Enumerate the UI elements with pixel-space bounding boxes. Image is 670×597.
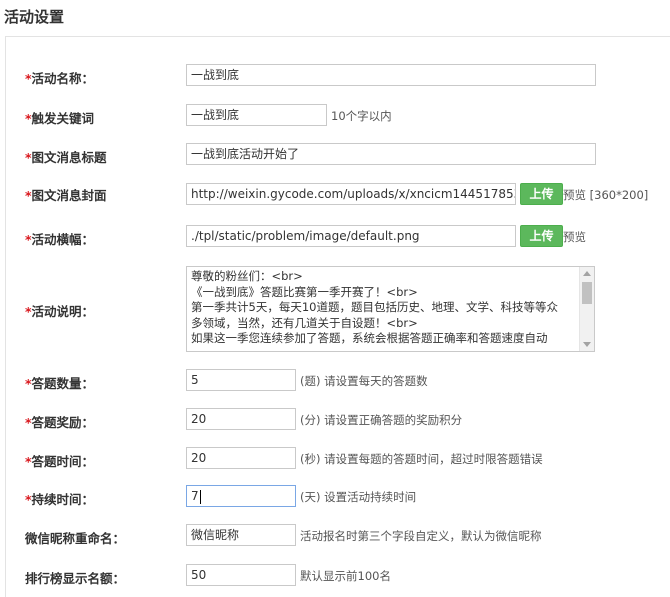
trigger-keyword-label: *触发关键词 xyxy=(25,111,95,126)
news-title-input[interactable]: 一战到底活动开始了 xyxy=(186,143,596,165)
description-line: 多领域，当然，还有几道关于自设题！<br> xyxy=(191,315,418,330)
description-scrollbar[interactable] xyxy=(579,267,594,351)
news-cover-preview-hint[interactable]: 预览 [360*200] xyxy=(563,187,648,203)
description-label: *活动说明： xyxy=(25,304,95,319)
duration-label: *持续时间： xyxy=(25,492,95,507)
nickname-rename-label: 微信昵称重命名： xyxy=(25,531,126,546)
question-time-label: *答题时间： xyxy=(25,454,95,469)
scrollbar-thumb[interactable] xyxy=(582,282,592,304)
text-caret xyxy=(199,489,201,504)
banner-upload-button[interactable]: 上传 xyxy=(520,225,563,247)
activity-name-input[interactable]: 一战到底 xyxy=(186,64,596,86)
news-title-label: *图文消息标题 xyxy=(25,150,107,165)
description-line: 如果这一季您连续参加了答题，系统会根据答题正确率和答题速度自动 xyxy=(191,331,548,345)
banner-preview-hint[interactable]: 预览 xyxy=(563,229,586,245)
question-count-label: *答题数量： xyxy=(25,376,95,391)
question-count-input[interactable]: 5 xyxy=(186,369,296,391)
news-cover-upload-button[interactable]: 上传 xyxy=(520,183,563,205)
page-title: 活动设置 xyxy=(4,8,65,26)
settings-form: *活动名称： 一战到底 *触发关键词 一战到底 10个字以内 *图文消息标题 一… xyxy=(5,36,670,597)
duration-hint: (天) 设置活动持续时间 xyxy=(300,490,417,504)
trigger-keyword-input[interactable]: 一战到底 xyxy=(186,104,327,126)
rank-count-hint: 默认显示前100名 xyxy=(300,569,391,583)
nickname-rename-hint: 活动报名时第三个字段自定义，默认为微信昵称 xyxy=(300,529,542,543)
question-count-hint: (题) 请设置每天的答题数 xyxy=(300,374,428,388)
description-textarea[interactable]: 尊敬的粉丝们：<br> 《一战到底》答题比赛第一季开赛了！<br> 第一季共计5… xyxy=(186,266,595,352)
question-reward-input[interactable]: 20 xyxy=(186,408,296,430)
news-cover-label: *图文消息封面 xyxy=(25,188,107,203)
banner-label: *活动横幅： xyxy=(25,232,95,247)
question-reward-label: *答题奖励： xyxy=(25,415,95,430)
banner-url-input[interactable]: ./tpl/static/problem/image/default.png xyxy=(186,225,516,247)
question-time-input[interactable]: 20 xyxy=(186,447,296,469)
scroll-up-arrow-icon[interactable] xyxy=(583,271,591,276)
description-line: 第一季共计5天，每天10道题，题目包括历史、地理、文学、科技等等众 xyxy=(191,300,558,314)
question-time-hint: (秒) 请设置每题的答题时间，超过时限答题错误 xyxy=(300,452,543,466)
question-reward-hint: (分) 请设置正确答题的奖励积分 xyxy=(300,413,463,427)
description-line: 《一战到底》答题比赛第一季开赛了！<br> xyxy=(191,284,418,299)
activity-name-label: *活动名称： xyxy=(25,71,95,86)
scroll-down-arrow-icon[interactable] xyxy=(583,342,591,347)
description-line: 尊敬的粉丝们：<br> xyxy=(191,269,303,283)
rank-count-input[interactable]: 50 xyxy=(186,564,296,586)
rank-count-label: 排行榜显示名额： xyxy=(25,571,126,586)
news-cover-url-input[interactable]: http://weixin.gycode.com/uploads/x/xncic… xyxy=(186,183,516,205)
nickname-rename-input[interactable]: 微信昵称 xyxy=(186,524,296,546)
duration-input[interactable]: 7 xyxy=(186,485,296,507)
trigger-keyword-hint: 10个字以内 xyxy=(331,109,392,123)
description-text: 尊敬的粉丝们：<br> 《一战到底》答题比赛第一季开赛了！<br> 第一季共计5… xyxy=(191,269,577,347)
